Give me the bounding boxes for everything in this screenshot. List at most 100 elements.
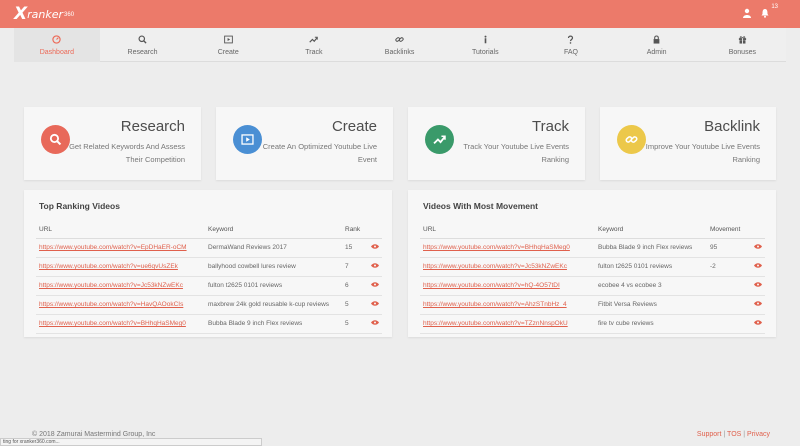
- panel-title: Top Ranking Videos: [39, 201, 120, 211]
- col-movement: Movement: [707, 222, 751, 239]
- nav-faq[interactable]: FAQ: [528, 28, 614, 62]
- row-keyword: ballyhood cowbell lures review: [205, 257, 342, 277]
- nav-label: Admin: [646, 49, 667, 56]
- row-rank: 5: [342, 314, 368, 334]
- logo-x: X: [14, 4, 27, 24]
- col-action: [368, 222, 382, 239]
- eye-icon[interactable]: [368, 238, 382, 258]
- card-desc: Get Related Keywords And Assess Their Co…: [69, 142, 185, 164]
- row-keyword: Bubba Blade 9 inch Flex reviews: [595, 238, 707, 258]
- col-keyword: Keyword: [205, 222, 342, 239]
- browser-status-bar: ting for xranker360.com...: [0, 438, 262, 446]
- nav-backlinks[interactable]: Backlinks: [357, 28, 443, 62]
- card-create[interactable]: Create Create An Optimized Youtube Live …: [216, 107, 393, 180]
- tos-link[interactable]: TOS: [727, 431, 741, 438]
- card-title: Create: [331, 118, 377, 135]
- row-url[interactable]: https://www.youtube.com/watch?v=Jc53kNZw…: [36, 276, 205, 296]
- nav-track[interactable]: Track: [271, 28, 357, 62]
- info-icon: [480, 34, 491, 45]
- eye-icon[interactable]: [751, 238, 765, 258]
- footer-links: Support | TOS | Privacy: [697, 431, 770, 438]
- row-rank: 5: [342, 295, 368, 315]
- lock-icon: [651, 34, 662, 45]
- table-row: https://www.youtube.com/watch?v=BHhqHaSM…: [420, 238, 765, 258]
- user-icon[interactable]: [742, 8, 752, 18]
- panel-title: Videos With Most Movement: [423, 201, 538, 211]
- play-icon: [223, 34, 234, 45]
- logo[interactable]: X ranker 360: [14, 4, 74, 24]
- row-keyword: maxbrew 24k gold reusable k-cup reviews: [205, 295, 342, 315]
- card-research[interactable]: Research Get Related Keywords And Assess…: [24, 107, 201, 180]
- row-url[interactable]: https://www.youtube.com/watch?v=BHhqHaSM…: [420, 238, 595, 258]
- row-keyword: Fitbit Versa Reviews: [595, 295, 707, 315]
- nav-research[interactable]: Research: [100, 28, 186, 62]
- trend-icon: [308, 34, 319, 45]
- link-icon: [394, 34, 405, 45]
- row-movement: -2: [707, 257, 751, 277]
- card-track[interactable]: Track Track Your Youtube Live Events Ran…: [408, 107, 585, 180]
- row-url[interactable]: https://www.youtube.com/watch?v=HavQAOok…: [36, 295, 205, 315]
- card-backlink[interactable]: Backlink Improve Your Youtube Live Event…: [600, 107, 776, 180]
- eye-icon[interactable]: [368, 276, 382, 296]
- row-keyword: ecobee 4 vs ecobee 3: [595, 276, 707, 296]
- nav-admin[interactable]: Admin: [614, 28, 700, 62]
- row-url[interactable]: https://www.youtube.com/watch?v=ue6qvUsZ…: [36, 257, 205, 277]
- row-rank: 7: [342, 257, 368, 277]
- row-url[interactable]: https://www.youtube.com/watch?v=hQ-4O57t…: [420, 276, 595, 296]
- card-title: Track: [532, 118, 569, 135]
- card-desc: Track Your Youtube Live Events Ranking: [463, 142, 569, 164]
- nav-dashboard[interactable]: Dashboard: [14, 28, 100, 62]
- nav-label: Track: [305, 49, 323, 56]
- eye-icon[interactable]: [751, 314, 765, 334]
- eye-icon[interactable]: [751, 257, 765, 277]
- nav-tutorials[interactable]: Tutorials: [442, 28, 528, 62]
- panel-most-movement: Videos With Most Movement URL Keyword Mo…: [408, 190, 776, 337]
- most-movement-table: URL Keyword Movement https://www.youtube…: [420, 222, 765, 334]
- dashboard-icon: [51, 34, 62, 45]
- table-row: https://www.youtube.com/watch?v=BHhqHaSM…: [36, 314, 382, 334]
- table-row: https://www.youtube.com/watch?v=EpDHaER-…: [36, 238, 382, 258]
- nav-label: Tutorials: [471, 49, 499, 56]
- eye-icon[interactable]: [751, 276, 765, 296]
- table-row: https://www.youtube.com/watch?v=TZznNnsp…: [420, 314, 765, 334]
- top-ranking-table: URL Keyword Rank https://www.youtube.com…: [36, 222, 382, 334]
- nav-create[interactable]: Create: [185, 28, 271, 62]
- col-rank: Rank: [342, 222, 368, 239]
- row-url[interactable]: https://www.youtube.com/watch?v=AhzSTnbH…: [420, 295, 595, 315]
- row-url[interactable]: https://www.youtube.com/watch?v=BHhqHaSM…: [36, 314, 205, 334]
- search-icon: [137, 34, 148, 45]
- nav-label: Bonuses: [728, 49, 756, 56]
- eye-icon[interactable]: [751, 295, 765, 315]
- table-header: URL Keyword Rank: [36, 222, 382, 239]
- separator: |: [743, 431, 746, 438]
- table-row: https://www.youtube.com/watch?v=Jc53kNZw…: [36, 276, 382, 296]
- question-icon: [565, 34, 576, 45]
- gift-icon: [737, 34, 748, 45]
- eye-icon[interactable]: [368, 257, 382, 277]
- eye-icon[interactable]: [368, 314, 382, 334]
- card-title: Research: [120, 118, 185, 135]
- row-url[interactable]: https://www.youtube.com/watch?v=Jc53kNZw…: [420, 257, 595, 277]
- nav-bonuses[interactable]: Bonuses: [700, 28, 786, 62]
- support-link[interactable]: Support: [697, 431, 722, 438]
- nav-label: Research: [127, 49, 158, 56]
- card-desc: Improve Your Youtube Live Events Ranking: [645, 142, 760, 164]
- table-row: https://www.youtube.com/watch?v=HavQAOok…: [36, 295, 382, 315]
- nav-label: Dashboard: [39, 49, 74, 56]
- copyright: © 2018 Zamurai Mastermind Group, Inc: [32, 431, 156, 438]
- table-header: URL Keyword Movement: [420, 222, 765, 239]
- main-nav: Dashboard Research Create Track Backlink…: [14, 28, 786, 62]
- notification-count: 13: [771, 4, 778, 10]
- col-url: URL: [420, 222, 595, 239]
- row-keyword: fire tv cube reviews: [595, 314, 707, 334]
- row-url[interactable]: https://www.youtube.com/watch?v=EpDHaER-…: [36, 238, 205, 258]
- eye-icon[interactable]: [368, 295, 382, 315]
- row-keyword: Bubba Blade 9 inch Flex reviews: [205, 314, 342, 334]
- privacy-link[interactable]: Privacy: [747, 431, 770, 438]
- bell-icon[interactable]: [760, 8, 770, 18]
- row-movement: [707, 295, 751, 315]
- col-url: URL: [36, 222, 205, 239]
- logo-word: ranker: [27, 7, 64, 21]
- row-keyword: fulton t2625 0101 reviews: [205, 276, 342, 296]
- row-url[interactable]: https://www.youtube.com/watch?v=TZznNnsp…: [420, 314, 595, 334]
